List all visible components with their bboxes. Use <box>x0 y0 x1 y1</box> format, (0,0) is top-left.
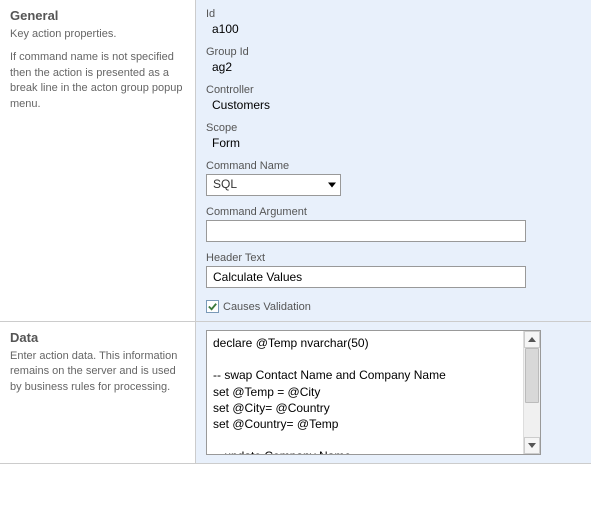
triangle-down-icon <box>528 443 536 448</box>
command-argument-label: Command Argument <box>206 206 581 218</box>
data-title: Data <box>10 330 185 345</box>
header-text-field: Header Text <box>206 252 581 288</box>
controller-label: Controller <box>206 84 581 96</box>
data-right: declare @Temp nvarchar(50) -- swap Conta… <box>195 322 591 463</box>
scrollbar[interactable] <box>523 331 540 454</box>
data-section: Data Enter action data. This information… <box>0 322 591 464</box>
general-title: General <box>10 8 185 23</box>
command-argument-field: Command Argument <box>206 206 581 242</box>
general-section: General Key action properties. If comman… <box>0 0 591 322</box>
triangle-up-icon <box>528 337 536 342</box>
causes-validation-label: Causes Validation <box>223 301 311 313</box>
id-field: Id a100 <box>206 8 581 36</box>
check-icon <box>207 301 218 312</box>
causes-validation-row: Causes Validation <box>206 300 581 313</box>
general-desc1: Key action properties. <box>10 27 185 42</box>
scroll-thumb[interactable] <box>525 348 539 403</box>
group-id-field: Group Id ag2 <box>206 46 581 74</box>
data-desc: Enter action data. This information rema… <box>10 349 185 395</box>
scope-field: Scope Form <box>206 122 581 150</box>
scroll-down-button[interactable] <box>524 437 540 454</box>
data-left: Data Enter action data. This information… <box>0 322 195 463</box>
command-argument-input[interactable] <box>206 220 526 242</box>
general-right: Id a100 Group Id ag2 Controller Customer… <box>195 0 591 321</box>
causes-validation-checkbox[interactable] <box>206 300 219 313</box>
header-text-input[interactable] <box>206 266 526 288</box>
command-name-label: Command Name <box>206 160 581 172</box>
header-text-label: Header Text <box>206 252 581 264</box>
controller-value: Customers <box>206 98 581 112</box>
command-name-field: Command Name SQL <box>206 160 581 196</box>
group-id-value: ag2 <box>206 60 581 74</box>
group-id-label: Group Id <box>206 46 581 58</box>
general-left: General Key action properties. If comman… <box>0 0 195 321</box>
general-desc2: If command name is not specified then th… <box>10 50 185 112</box>
data-textarea[interactable]: declare @Temp nvarchar(50) -- swap Conta… <box>206 330 541 455</box>
id-label: Id <box>206 8 581 20</box>
command-name-select[interactable]: SQL <box>206 174 341 196</box>
id-value: a100 <box>206 22 581 36</box>
scope-label: Scope <box>206 122 581 134</box>
controller-field: Controller Customers <box>206 84 581 112</box>
command-name-value: SQL <box>207 175 243 193</box>
data-textarea-content: declare @Temp nvarchar(50) -- swap Conta… <box>207 331 540 455</box>
chevron-down-icon <box>328 183 336 188</box>
scope-value: Form <box>206 136 581 150</box>
scroll-up-button[interactable] <box>524 331 540 348</box>
